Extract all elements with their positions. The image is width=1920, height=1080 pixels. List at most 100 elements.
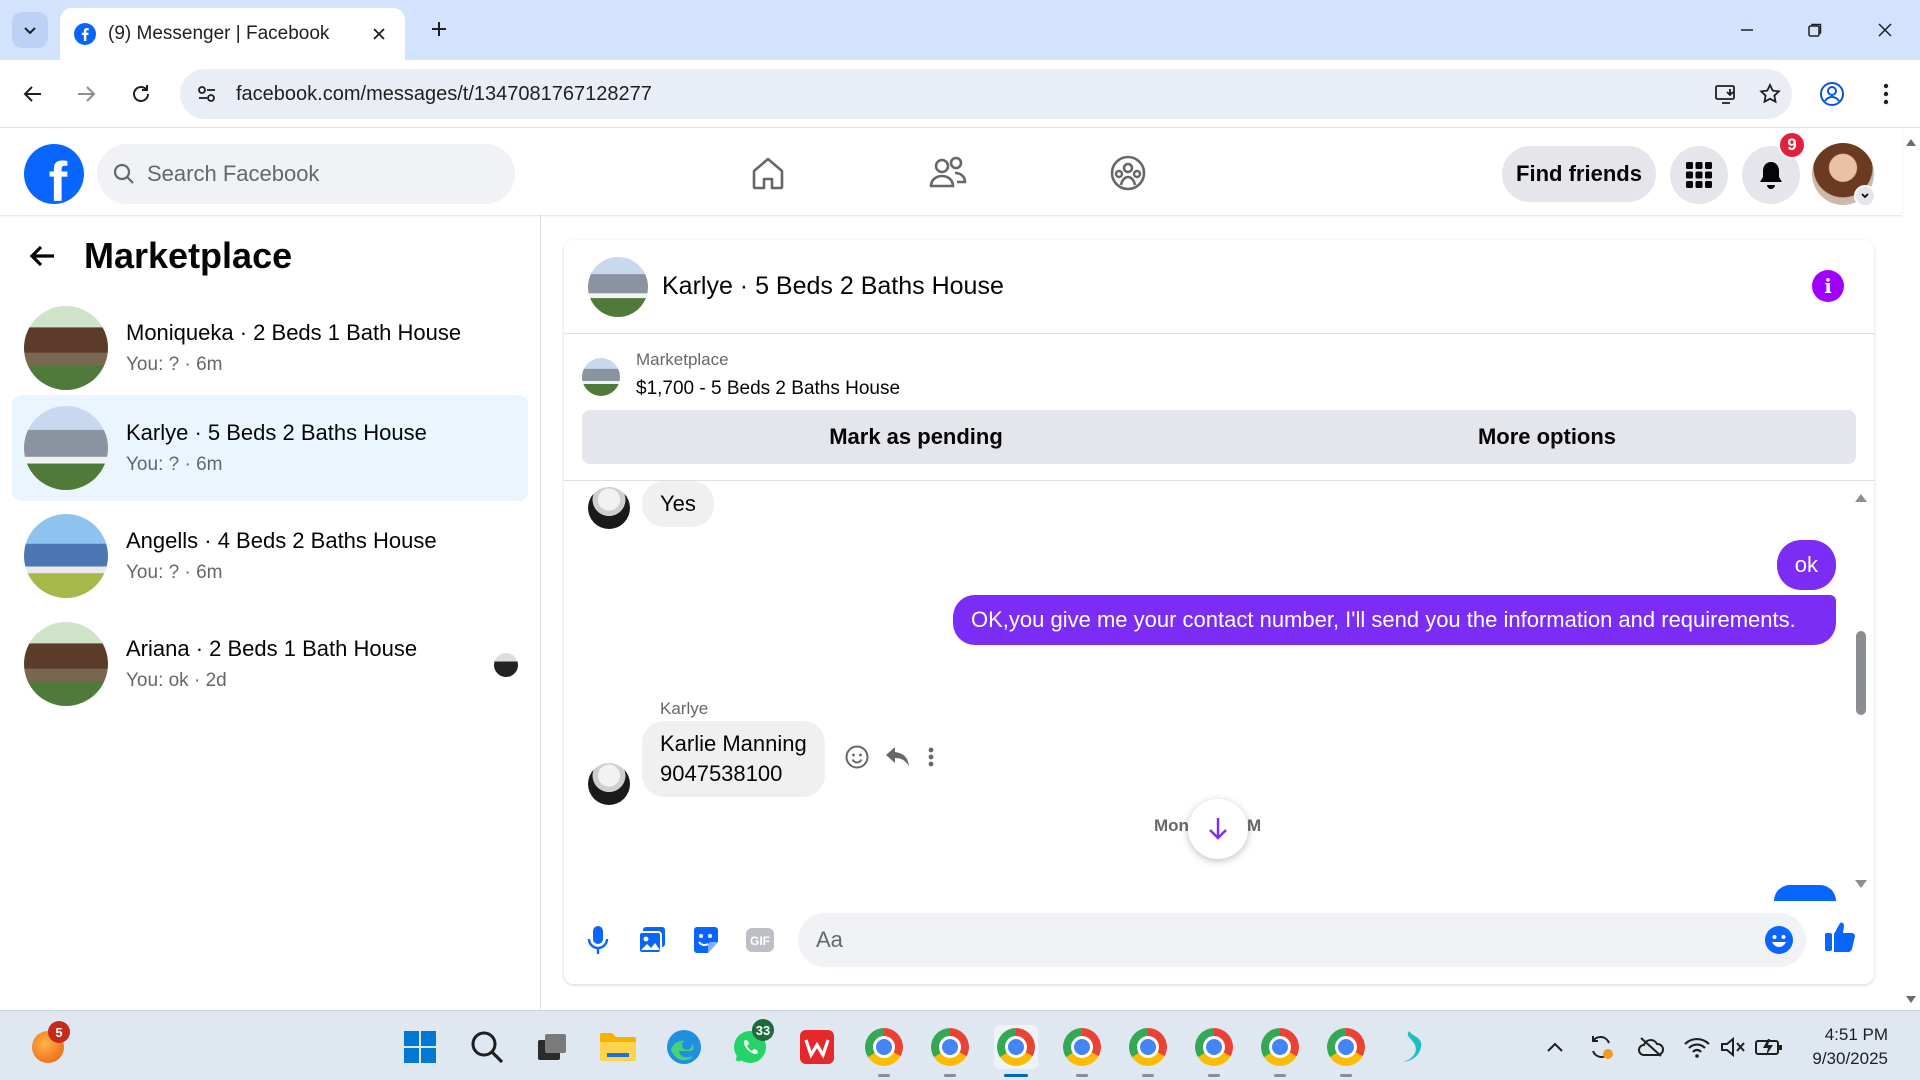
plus-icon xyxy=(432,22,446,36)
file-explorer-button[interactable] xyxy=(596,1025,640,1069)
battery-tray[interactable] xyxy=(1752,1031,1786,1063)
new-tab-button[interactable] xyxy=(424,14,454,44)
tab-search-button[interactable] xyxy=(12,12,48,48)
page-scrollbar[interactable] xyxy=(1902,129,1920,1009)
restore-button[interactable] xyxy=(1792,12,1838,48)
more-vertical-icon xyxy=(1883,83,1889,105)
conversation-item[interactable]: Ariana · 2 Beds 1 Bath House You: ok · 2… xyxy=(12,611,528,717)
bookmark-star-icon[interactable] xyxy=(1748,74,1792,114)
nav-groups[interactable] xyxy=(1100,147,1156,199)
reply-icon[interactable] xyxy=(884,744,912,770)
chrome-window-7[interactable] xyxy=(1258,1025,1302,1077)
onedrive-tray[interactable] xyxy=(1634,1031,1668,1063)
taskbar-clock[interactable]: 4:51 PM 9/30/2025 xyxy=(1788,1023,1888,1071)
outgoing-message[interactable]: ok xyxy=(1776,540,1836,590)
thread-scrollbar[interactable] xyxy=(1854,491,1868,891)
restore-icon xyxy=(1808,23,1822,37)
profile-button[interactable] xyxy=(1814,76,1850,112)
start-button[interactable] xyxy=(398,1025,442,1069)
forward-button[interactable] xyxy=(68,76,104,112)
scroll-to-bottom-button[interactable] xyxy=(1188,799,1248,859)
site-settings-icon[interactable] xyxy=(196,83,218,105)
browser-menu-button[interactable] xyxy=(1868,76,1904,112)
karlye-avatar[interactable] xyxy=(588,763,630,805)
chat-title[interactable]: Karlye · 5 Beds 2 Baths House xyxy=(662,272,1004,301)
edge-button[interactable] xyxy=(662,1025,706,1069)
react-emoji-icon[interactable] xyxy=(844,744,870,770)
voice-clip-button[interactable] xyxy=(578,918,618,962)
close-tab-icon[interactable] xyxy=(367,22,391,46)
home-icon xyxy=(752,157,784,190)
wifi-tray[interactable] xyxy=(1680,1031,1714,1063)
sticker-button[interactable] xyxy=(686,918,726,962)
surfshark-button[interactable] xyxy=(1390,1025,1434,1069)
message-input-box[interactable] xyxy=(798,913,1806,967)
more-options-button[interactable]: More options xyxy=(1238,410,1856,464)
message-composer: GIF xyxy=(564,900,1874,984)
show-hidden-icons[interactable] xyxy=(1538,1031,1572,1063)
back-button[interactable] xyxy=(15,76,51,112)
more-vertical-icon[interactable] xyxy=(926,744,936,770)
chrome-window-4[interactable] xyxy=(1060,1025,1104,1077)
scroll-down-arrow-icon[interactable] xyxy=(1905,995,1917,1005)
chrome-window-1[interactable] xyxy=(862,1025,906,1077)
outgoing-message[interactable]: OK,you give me your contact number, I'll… xyxy=(953,595,1836,645)
chrome-icon xyxy=(1261,1028,1299,1066)
gif-button[interactable]: GIF xyxy=(740,918,780,962)
browser-tab-messenger[interactable]: (9) Messenger | Facebook xyxy=(60,8,405,60)
sync-tray[interactable] xyxy=(1584,1031,1618,1063)
whatsapp-button[interactable]: 33 xyxy=(728,1019,774,1069)
chrome-window-8[interactable] xyxy=(1324,1025,1368,1077)
taskbar-indicator xyxy=(944,1074,956,1077)
url-text[interactable]: facebook.com/messages/t/1347081767128277 xyxy=(236,83,1704,106)
nav-home[interactable] xyxy=(740,147,796,199)
back-arrow-icon[interactable] xyxy=(28,241,58,271)
chrome-window-active[interactable] xyxy=(994,1025,1038,1077)
attach-photo-button[interactable] xyxy=(632,918,672,962)
facebook-logo-icon[interactable]: f xyxy=(24,144,84,204)
search-icon xyxy=(113,163,134,184)
find-friends-button[interactable]: Find friends xyxy=(1502,146,1656,202)
scroll-up-arrow-icon[interactable] xyxy=(1905,137,1917,147)
conversation-item[interactable]: Angells · 4 Beds 2 Baths House You: ? · … xyxy=(12,503,528,609)
incoming-message[interactable]: Karlie Manning 9047538100 xyxy=(642,721,825,797)
mark-as-pending-button[interactable]: Mark as pending xyxy=(582,410,1250,464)
minimize-button[interactable] xyxy=(1724,12,1770,48)
chrome-window-2[interactable] xyxy=(928,1025,972,1077)
whatsapp-badge: 33 xyxy=(752,1019,774,1041)
chrome-window-6[interactable] xyxy=(1192,1025,1236,1077)
address-bar[interactable]: facebook.com/messages/t/1347081767128277 xyxy=(180,69,1792,119)
scroll-up-arrow-icon[interactable] xyxy=(1854,491,1868,503)
app-badge: 5 xyxy=(48,1021,70,1043)
info-icon[interactable]: i xyxy=(1812,270,1844,302)
wps-office-button[interactable] xyxy=(795,1025,839,1069)
scrollbar-thumb[interactable] xyxy=(1856,631,1866,715)
reload-button[interactable] xyxy=(123,76,159,112)
clock-time: 4:51 PM xyxy=(1824,1025,1888,1044)
battery-charging-icon xyxy=(1755,1039,1782,1056)
close-window-button[interactable] xyxy=(1862,12,1908,48)
conversation-item[interactable]: Moniqueka · 2 Beds 1 Bath House You: ? ·… xyxy=(12,295,528,401)
scroll-down-arrow-icon[interactable] xyxy=(1854,879,1868,891)
nav-friends[interactable] xyxy=(920,147,976,199)
incoming-message[interactable]: Yes xyxy=(642,481,714,527)
facebook-search[interactable] xyxy=(97,144,515,204)
like-button[interactable] xyxy=(1820,914,1860,958)
conversation-item-active[interactable]: Karlye · 5 Beds 2 Baths House You: ? · 6… xyxy=(12,395,528,501)
volume-tray[interactable] xyxy=(1716,1031,1750,1063)
taskbar-indicator xyxy=(878,1074,890,1077)
chrome-window-5[interactable] xyxy=(1126,1025,1170,1077)
listing-summary[interactable]: Marketplace $1,700 - 5 Beds 2 Baths Hous… xyxy=(582,350,900,400)
task-view-button[interactable] xyxy=(530,1025,574,1069)
install-app-icon[interactable] xyxy=(1704,74,1748,114)
search-input[interactable] xyxy=(147,161,487,187)
menu-button[interactable] xyxy=(1670,146,1728,204)
account-avatar[interactable] xyxy=(1812,143,1876,207)
emoji-icon[interactable] xyxy=(1764,925,1794,955)
message-input[interactable] xyxy=(816,927,1716,953)
karlye-avatar[interactable] xyxy=(588,487,630,529)
chat-house-thumbnail[interactable] xyxy=(588,256,648,317)
sync-icon xyxy=(1592,1036,1613,1059)
taskbar-search[interactable] xyxy=(465,1025,509,1069)
taskbar-app-orange[interactable]: 5 xyxy=(26,1021,70,1069)
